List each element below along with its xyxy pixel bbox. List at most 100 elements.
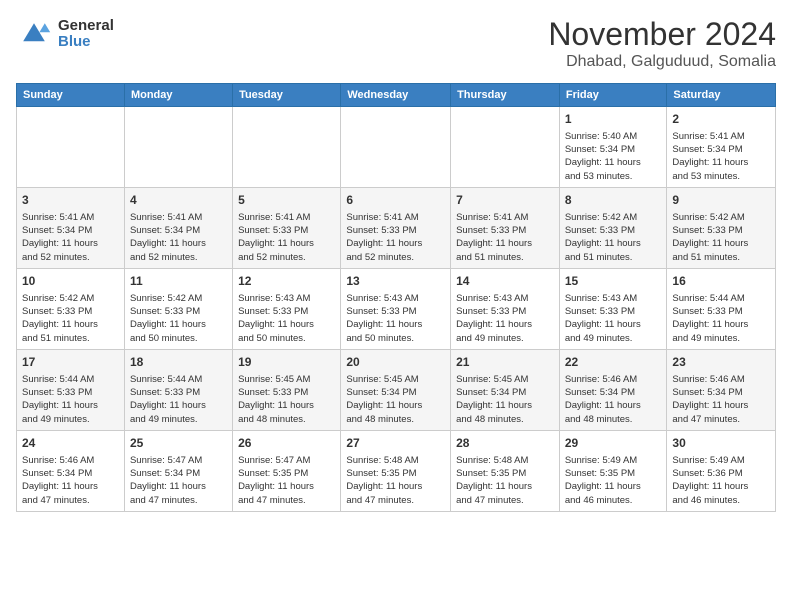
header-cell-tuesday: Tuesday: [233, 84, 341, 107]
week-row-2: 10 Sunrise: 5:42 AM Sunset: 5:33 PM Dayli…: [17, 268, 776, 349]
day-number: 29: [565, 435, 662, 452]
day-number: 28: [456, 435, 554, 452]
day-info: Sunrise: 5:41 AM Sunset: 5:33 PM Dayligh…: [456, 211, 554, 264]
week-row-1: 3 Sunrise: 5:41 AM Sunset: 5:34 PM Daylig…: [17, 187, 776, 268]
day-cell: 30 Sunrise: 5:49 AM Sunset: 5:36 PM Dayli…: [667, 430, 776, 511]
day-cell: 13Sunrise: 5:43 AM Sunset: 5:33 PM Dayli…: [341, 268, 451, 349]
day-info: Sunrise: 5:44 AM Sunset: 5:33 PM Dayligh…: [130, 373, 227, 426]
day-info: Sunrise: 5:46 AM Sunset: 5:34 PM Dayligh…: [22, 454, 119, 507]
header-cell-thursday: Thursday: [451, 84, 560, 107]
month-title: November 2024: [548, 16, 776, 53]
day-number: 5: [238, 192, 335, 209]
day-info: Sunrise: 5:45 AM Sunset: 5:34 PM Dayligh…: [346, 373, 445, 426]
day-number: 18: [130, 354, 227, 371]
day-number: 12: [238, 273, 335, 290]
day-cell: [341, 107, 451, 188]
day-number: 2: [672, 111, 770, 128]
day-cell: 6Sunrise: 5:41 AM Sunset: 5:33 PM Daylig…: [341, 187, 451, 268]
day-cell: 22 Sunrise: 5:46 AM Sunset: 5:34 PM Dayli…: [559, 349, 667, 430]
day-number: 16: [672, 273, 770, 290]
day-cell: 7 Sunrise: 5:41 AM Sunset: 5:33 PM Daylig…: [451, 187, 560, 268]
day-info: Sunrise: 5:48 AM Sunset: 5:35 PM Dayligh…: [346, 454, 445, 507]
day-info: Sunrise: 5:45 AM Sunset: 5:33 PM Dayligh…: [238, 373, 335, 426]
day-cell: 10 Sunrise: 5:42 AM Sunset: 5:33 PM Dayli…: [17, 268, 125, 349]
day-cell: 27 Sunrise: 5:48 AM Sunset: 5:35 PM Dayli…: [341, 430, 451, 511]
day-info: Sunrise: 5:47 AM Sunset: 5:34 PM Dayligh…: [130, 454, 227, 507]
day-number: 24: [22, 435, 119, 452]
day-number: 26: [238, 435, 335, 452]
day-cell: 1 Sunrise: 5:40 AM Sunset: 5:34 PM Daylig…: [559, 107, 667, 188]
day-number: 30: [672, 435, 770, 452]
day-info: Sunrise: 5:48 AM Sunset: 5:35 PM Dayligh…: [456, 454, 554, 507]
day-cell: 19 Sunrise: 5:45 AM Sunset: 5:33 PM Dayli…: [233, 349, 341, 430]
day-info: Sunrise: 5:49 AM Sunset: 5:35 PM Dayligh…: [565, 454, 662, 507]
day-cell: 8Sunrise: 5:42 AM Sunset: 5:33 PM Daylig…: [559, 187, 667, 268]
header-cell-monday: Monday: [124, 84, 232, 107]
day-info: Sunrise: 5:44 AM Sunset: 5:33 PM Dayligh…: [22, 373, 119, 426]
header-row: SundayMondayTuesdayWednesdayThursdayFrid…: [17, 84, 776, 107]
day-number: 8: [565, 192, 662, 209]
day-info: Sunrise: 5:45 AM Sunset: 5:34 PM Dayligh…: [456, 373, 554, 426]
day-info: Sunrise: 5:46 AM Sunset: 5:34 PM Dayligh…: [565, 373, 662, 426]
day-number: 1: [565, 111, 662, 128]
day-info: Sunrise: 5:41 AM Sunset: 5:34 PM Dayligh…: [672, 130, 770, 183]
day-cell: 15Sunrise: 5:43 AM Sunset: 5:33 PM Dayli…: [559, 268, 667, 349]
logo: General Blue: [16, 16, 114, 52]
day-number: 14: [456, 273, 554, 290]
day-number: 11: [130, 273, 227, 290]
day-number: 6: [346, 192, 445, 209]
day-cell: 3 Sunrise: 5:41 AM Sunset: 5:34 PM Daylig…: [17, 187, 125, 268]
day-info: Sunrise: 5:43 AM Sunset: 5:33 PM Dayligh…: [346, 292, 445, 345]
day-info: Sunrise: 5:49 AM Sunset: 5:36 PM Dayligh…: [672, 454, 770, 507]
day-number: 7: [456, 192, 554, 209]
day-number: 20: [346, 354, 445, 371]
day-info: Sunrise: 5:42 AM Sunset: 5:33 PM Dayligh…: [22, 292, 119, 345]
day-number: 9: [672, 192, 770, 209]
day-cell: 24 Sunrise: 5:46 AM Sunset: 5:34 PM Dayli…: [17, 430, 125, 511]
day-cell: 28 Sunrise: 5:48 AM Sunset: 5:35 PM Dayli…: [451, 430, 560, 511]
day-cell: 12Sunrise: 5:43 AM Sunset: 5:33 PM Dayli…: [233, 268, 341, 349]
day-info: Sunrise: 5:40 AM Sunset: 5:34 PM Dayligh…: [565, 130, 662, 183]
week-row-4: 24 Sunrise: 5:46 AM Sunset: 5:34 PM Dayli…: [17, 430, 776, 511]
location-title: Dhabad, Galguduud, Somalia: [548, 53, 776, 71]
day-number: 27: [346, 435, 445, 452]
header-cell-saturday: Saturday: [667, 84, 776, 107]
day-cell: 17 Sunrise: 5:44 AM Sunset: 5:33 PM Dayli…: [17, 349, 125, 430]
header-cell-wednesday: Wednesday: [341, 84, 451, 107]
calendar-header: SundayMondayTuesdayWednesdayThursdayFrid…: [17, 84, 776, 107]
logo-text: General Blue: [58, 18, 114, 51]
day-number: 17: [22, 354, 119, 371]
day-cell: 16 Sunrise: 5:44 AM Sunset: 5:33 PM Dayli…: [667, 268, 776, 349]
day-info: Sunrise: 5:43 AM Sunset: 5:33 PM Dayligh…: [456, 292, 554, 345]
day-cell: 26 Sunrise: 5:47 AM Sunset: 5:35 PM Dayli…: [233, 430, 341, 511]
day-info: Sunrise: 5:44 AM Sunset: 5:33 PM Dayligh…: [672, 292, 770, 345]
day-info: Sunrise: 5:41 AM Sunset: 5:34 PM Dayligh…: [22, 211, 119, 264]
day-number: 3: [22, 192, 119, 209]
calendar-body: 1 Sunrise: 5:40 AM Sunset: 5:34 PM Daylig…: [17, 107, 776, 512]
day-cell: 11 Sunrise: 5:42 AM Sunset: 5:33 PM Dayli…: [124, 268, 232, 349]
week-row-0: 1 Sunrise: 5:40 AM Sunset: 5:34 PM Daylig…: [17, 107, 776, 188]
day-number: 19: [238, 354, 335, 371]
day-info: Sunrise: 5:42 AM Sunset: 5:33 PM Dayligh…: [130, 292, 227, 345]
day-cell: [17, 107, 125, 188]
day-cell: 4Sunrise: 5:41 AM Sunset: 5:34 PM Daylig…: [124, 187, 232, 268]
header-cell-friday: Friday: [559, 84, 667, 107]
logo-general: General: [58, 18, 114, 35]
day-cell: 20 Sunrise: 5:45 AM Sunset: 5:34 PM Dayli…: [341, 349, 451, 430]
day-cell: [124, 107, 232, 188]
day-info: Sunrise: 5:47 AM Sunset: 5:35 PM Dayligh…: [238, 454, 335, 507]
day-cell: 23Sunrise: 5:46 AM Sunset: 5:34 PM Dayli…: [667, 349, 776, 430]
logo-blue: Blue: [58, 34, 114, 51]
day-info: Sunrise: 5:42 AM Sunset: 5:33 PM Dayligh…: [672, 211, 770, 264]
day-cell: 5 Sunrise: 5:41 AM Sunset: 5:33 PM Daylig…: [233, 187, 341, 268]
day-info: Sunrise: 5:41 AM Sunset: 5:33 PM Dayligh…: [238, 211, 335, 264]
calendar-table: SundayMondayTuesdayWednesdayThursdayFrid…: [16, 83, 776, 512]
day-cell: 14 Sunrise: 5:43 AM Sunset: 5:33 PM Dayli…: [451, 268, 560, 349]
day-cell: 29 Sunrise: 5:49 AM Sunset: 5:35 PM Dayli…: [559, 430, 667, 511]
day-number: 22: [565, 354, 662, 371]
day-cell: 25 Sunrise: 5:47 AM Sunset: 5:34 PM Dayli…: [124, 430, 232, 511]
day-number: 10: [22, 273, 119, 290]
day-cell: [233, 107, 341, 188]
day-number: 21: [456, 354, 554, 371]
day-number: 25: [130, 435, 227, 452]
